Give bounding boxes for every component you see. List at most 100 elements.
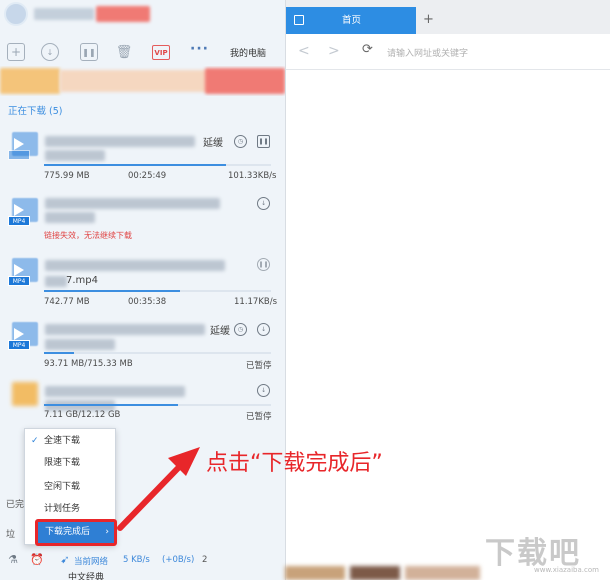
progress-bar bbox=[44, 352, 271, 354]
file-type-tag: MP4 bbox=[8, 340, 30, 350]
forward-icon[interactable]: > bbox=[328, 43, 340, 59]
folder-icon bbox=[8, 382, 38, 410]
open-folder-icon[interactable]: ◷ bbox=[234, 135, 247, 148]
open-folder-icon[interactable]: ◷ bbox=[234, 323, 247, 336]
menu-item-label: 空闲下载 bbox=[44, 482, 81, 492]
new-task-icon[interactable]: + bbox=[7, 43, 25, 61]
progress-fill bbox=[44, 164, 226, 166]
list-item[interactable]: 延缓 ◷ ❚❚ 775.99 MB 00:25:49 101.33KB/s bbox=[0, 126, 285, 182]
download-speed: 101.33KB/s bbox=[228, 171, 277, 181]
check-icon: ✓ bbox=[31, 436, 39, 446]
app-root: + ↓ ❚❚ 🗑 VIP ··· 我的电脑 正在下载 (5) 延缓 ◷ ❚❚ 7… bbox=[0, 0, 610, 580]
pause-icon[interactable]: ❚❚ bbox=[257, 135, 270, 148]
promo-banner[interactable] bbox=[0, 66, 285, 96]
progress-bar bbox=[44, 404, 271, 406]
speed-icon[interactable]: ➹ bbox=[56, 550, 74, 568]
tab-label: 首页 bbox=[342, 15, 362, 26]
speed-extra: (+0B/s) bbox=[162, 555, 195, 565]
my-computer-link[interactable]: 我的电脑 bbox=[230, 46, 266, 59]
video-file-icon: MP4 bbox=[8, 198, 38, 226]
banner-blur-3 bbox=[205, 68, 285, 94]
file-name-blur bbox=[45, 150, 105, 161]
list-item[interactable]: MP4 ↓ 链接失效，无法继续下载 bbox=[0, 192, 285, 242]
progress-bar bbox=[44, 290, 271, 292]
thumbnail-blur bbox=[350, 566, 400, 580]
pause-all-icon[interactable]: ❚❚ bbox=[80, 43, 98, 61]
download-icon[interactable]: ↓ bbox=[257, 323, 270, 336]
video-file-icon: MP4 bbox=[8, 258, 38, 286]
progress-fill bbox=[44, 404, 178, 406]
file-name-blur bbox=[45, 276, 67, 287]
trash-icon[interactable]: 🗑 bbox=[115, 43, 133, 61]
download-speed: 11.17KB/s bbox=[234, 297, 278, 307]
menu-item-label: 全速下载 bbox=[44, 436, 81, 446]
banner-blur-1 bbox=[0, 68, 60, 94]
thumbnail-blur bbox=[405, 566, 480, 580]
watermark-url: www.xiazaiba.com bbox=[534, 566, 599, 574]
browser-panel: 首页 + < > ⟳ 请输入网址或关键字 bbox=[285, 0, 610, 580]
address-input[interactable]: 请输入网址或关键字 bbox=[387, 46, 468, 59]
username-blur bbox=[34, 8, 94, 20]
file-name-blur bbox=[45, 260, 225, 271]
avatar[interactable] bbox=[4, 2, 28, 26]
thumbnail-blur bbox=[285, 566, 345, 580]
new-tab-button[interactable]: + bbox=[423, 12, 434, 27]
remaining-time: 00:25:49 bbox=[128, 171, 167, 181]
progress-fill bbox=[44, 352, 74, 354]
footer-text: 中文经典 bbox=[68, 573, 105, 580]
file-size: 775.99 MB bbox=[44, 171, 90, 181]
file-name-suffix: 7.mp4 bbox=[66, 275, 98, 286]
list-item[interactable]: MP4 7.mp4 ❚❚ 742.77 MB 00:35:38 11.17KB/… bbox=[0, 252, 285, 308]
network-label[interactable]: 当前网络 bbox=[74, 555, 108, 567]
tab-strip: 首页 + bbox=[286, 0, 610, 34]
menu-item-idle[interactable]: 空闲下载 bbox=[25, 476, 115, 498]
title-bar bbox=[0, 0, 285, 34]
vip-badge-blur bbox=[96, 6, 150, 22]
menu-item-full-speed[interactable]: ✓ 全速下载 bbox=[25, 430, 115, 452]
status-text: 延缓 bbox=[210, 326, 230, 337]
file-size: 7.11 GB/12.12 GB bbox=[44, 410, 121, 420]
file-name-blur bbox=[45, 136, 195, 147]
download-icon[interactable]: ↓ bbox=[257, 384, 270, 397]
progress-bar bbox=[44, 164, 271, 166]
more-menu-icon[interactable]: ··· bbox=[190, 41, 209, 57]
banner-blur-2 bbox=[60, 70, 210, 92]
vip-icon[interactable]: VIP bbox=[152, 45, 170, 60]
video-file-icon: MP4 bbox=[8, 322, 38, 350]
download-state: 已暂停 bbox=[246, 412, 272, 422]
refresh-icon[interactable]: ⟳ bbox=[362, 42, 373, 57]
file-name-blur bbox=[45, 198, 220, 209]
file-size: 742.77 MB bbox=[44, 297, 90, 307]
file-name-blur bbox=[45, 386, 185, 397]
video-file-icon bbox=[8, 132, 38, 160]
status-text: 延缓 bbox=[203, 138, 223, 149]
file-name-blur bbox=[45, 339, 115, 350]
start-all-icon[interactable]: ↓ bbox=[41, 43, 59, 61]
tab-home[interactable]: 首页 bbox=[286, 7, 416, 34]
trash-label[interactable]: 垃 bbox=[6, 527, 15, 540]
file-name-blur bbox=[45, 324, 205, 335]
downloading-section-title[interactable]: 正在下载 (5) bbox=[8, 103, 62, 117]
completed-label[interactable]: 已完 bbox=[6, 497, 24, 510]
menu-item-limit-speed[interactable]: 限速下载 bbox=[25, 452, 115, 474]
menu-item-label: 计划任务 bbox=[44, 504, 81, 514]
menu-item-label: 限速下载 bbox=[44, 458, 81, 468]
file-size: 93.71 MB/715.33 MB bbox=[44, 359, 133, 369]
menu-item-schedule[interactable]: 计划任务 bbox=[25, 498, 115, 520]
remaining-time: 00:35:38 bbox=[128, 297, 167, 307]
file-name-blur bbox=[45, 212, 95, 223]
address-bar: < > ⟳ 请输入网址或关键字 bbox=[286, 34, 610, 70]
file-type-tag: MP4 bbox=[8, 276, 30, 286]
error-message: 链接失效，无法继续下载 bbox=[44, 231, 132, 240]
list-item[interactable]: ↓ 7.11 GB/12.12 GB 已暂停 bbox=[0, 378, 285, 424]
pause-icon[interactable]: ❚❚ bbox=[257, 258, 270, 271]
speed-value: 5 KB/s bbox=[123, 555, 150, 565]
annotation-text: 点击“下载完成后” bbox=[206, 451, 383, 476]
progress-fill bbox=[44, 290, 181, 292]
back-icon[interactable]: < bbox=[298, 43, 310, 59]
download-icon[interactable]: ↓ bbox=[257, 197, 270, 210]
flask-icon[interactable]: ⚗ bbox=[4, 550, 22, 568]
speed-extra-digit: 2 bbox=[202, 555, 208, 565]
list-item[interactable]: MP4 延缓 ◷ ↓ 93.71 MB/715.33 MB 已暂停 bbox=[0, 314, 285, 372]
alarm-icon[interactable]: ⏰ bbox=[28, 550, 46, 568]
